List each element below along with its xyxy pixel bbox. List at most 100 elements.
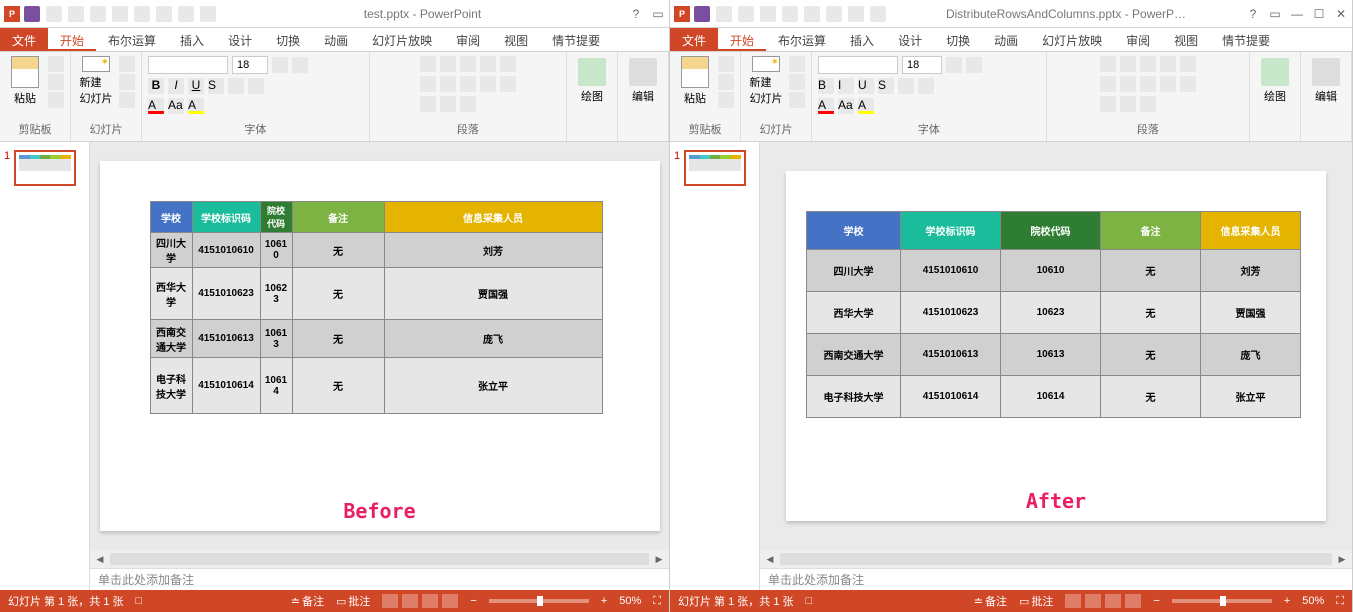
smartart-icon[interactable] (460, 96, 476, 112)
qat-icon[interactable] (178, 6, 194, 22)
tab-boolean[interactable]: 布尔运算 (96, 28, 168, 51)
scroll-track[interactable] (780, 553, 1332, 565)
text-direction-icon[interactable] (1100, 96, 1116, 112)
font-family-select[interactable] (148, 56, 228, 74)
justify-icon[interactable] (1160, 76, 1176, 92)
tab-design[interactable]: 设计 (216, 28, 264, 51)
strikethrough-icon[interactable]: S (208, 78, 224, 94)
paste-button[interactable]: 粘贴 (676, 56, 714, 106)
font-color-icon[interactable]: A (148, 98, 164, 114)
underline-icon[interactable]: U (188, 78, 204, 94)
indent-left-icon[interactable] (1140, 56, 1156, 72)
columns-icon[interactable] (500, 76, 516, 92)
zoom-level[interactable]: 50% (1302, 595, 1324, 607)
reset-icon[interactable] (119, 74, 135, 90)
font-size-select[interactable] (902, 56, 942, 74)
remarks-button[interactable]: ≐ 备注 (291, 593, 324, 609)
align-text-icon[interactable] (1120, 96, 1136, 112)
decrease-font-icon[interactable] (966, 57, 982, 73)
align-left-icon[interactable] (420, 76, 436, 92)
reading-view-button[interactable] (1105, 594, 1121, 608)
slideshow-view-button[interactable] (442, 594, 458, 608)
indent-left-icon[interactable] (460, 56, 476, 72)
increase-font-icon[interactable] (272, 57, 288, 73)
zoom-out-button[interactable]: − (1153, 595, 1159, 607)
tab-file[interactable]: 文件 (0, 28, 48, 51)
line-spacing-icon[interactable] (500, 56, 516, 72)
align-center-icon[interactable] (440, 76, 456, 92)
sorter-view-button[interactable] (1085, 594, 1101, 608)
fit-button[interactable]: ⛶ (1336, 595, 1344, 608)
tab-animation[interactable]: 动画 (982, 28, 1030, 51)
scroll-left-icon[interactable]: ◀ (94, 553, 106, 565)
reset-icon[interactable] (789, 74, 805, 90)
font-size-select[interactable] (232, 56, 268, 74)
undo-icon[interactable] (716, 6, 732, 22)
scroll-right-icon[interactable]: ▶ (653, 553, 665, 565)
normal-view-button[interactable] (382, 594, 398, 608)
spacing-icon[interactable] (918, 78, 934, 94)
spacing-icon[interactable] (248, 78, 264, 94)
qat-icon[interactable] (760, 6, 776, 22)
indent-right-icon[interactable] (480, 56, 496, 72)
new-slide-button[interactable]: 新建 幻灯片 (77, 56, 115, 106)
case-icon[interactable]: Aa (838, 98, 854, 114)
numbering-icon[interactable] (440, 56, 456, 72)
save-icon[interactable] (694, 6, 710, 22)
shadow-icon[interactable] (898, 78, 914, 94)
paste-button[interactable]: 粘贴 (6, 56, 44, 106)
qat-icon[interactable] (804, 6, 820, 22)
new-slide-button[interactable]: 新建 幻灯片 (747, 56, 785, 106)
qat-icon[interactable] (782, 6, 798, 22)
normal-view-button[interactable] (1065, 594, 1081, 608)
save-icon[interactable] (24, 6, 40, 22)
spellcheck-icon[interactable]: □ (806, 595, 813, 607)
tab-storyline[interactable]: 情节提要 (1210, 28, 1282, 51)
qat-icon[interactable] (848, 6, 864, 22)
align-center-icon[interactable] (1120, 76, 1136, 92)
horizontal-scrollbar[interactable]: ◀ ▶ (760, 550, 1352, 568)
redo-icon[interactable] (738, 6, 754, 22)
zoom-slider[interactable] (1172, 599, 1272, 603)
bullets-icon[interactable] (1100, 56, 1116, 72)
case-icon[interactable]: Aa (168, 98, 184, 114)
format-painter-icon[interactable] (718, 92, 734, 108)
columns-icon[interactable] (1180, 76, 1196, 92)
numbering-icon[interactable] (1120, 56, 1136, 72)
tab-animation[interactable]: 动画 (312, 28, 360, 51)
tab-review[interactable]: 审阅 (444, 28, 492, 51)
horizontal-scrollbar[interactable]: ◀ ▶ (90, 550, 669, 568)
underline-icon[interactable]: U (858, 78, 874, 94)
text-direction-icon[interactable] (420, 96, 436, 112)
layout-icon[interactable] (789, 56, 805, 72)
align-right-icon[interactable] (460, 76, 476, 92)
tab-file[interactable]: 文件 (670, 28, 718, 51)
tab-slideshow[interactable]: 幻灯片放映 (1030, 28, 1114, 51)
comments-button[interactable]: ▭ 批注 (1019, 593, 1053, 609)
zoom-in-button[interactable]: + (1284, 595, 1290, 607)
editing-button[interactable]: 编辑 (624, 56, 662, 106)
highlight-icon[interactable]: A (188, 98, 204, 114)
ribbon-options-button[interactable]: ▭ (651, 7, 665, 21)
close-button[interactable]: ✕ (1334, 7, 1348, 21)
help-button[interactable]: ? (629, 7, 643, 21)
remarks-button[interactable]: ≐ 备注 (974, 593, 1007, 609)
tab-view[interactable]: 视图 (492, 28, 540, 51)
indent-right-icon[interactable] (1160, 56, 1176, 72)
tab-storyline[interactable]: 情节提要 (540, 28, 612, 51)
scroll-track[interactable] (110, 553, 649, 565)
bold-icon[interactable]: B (148, 78, 164, 94)
bullets-icon[interactable] (420, 56, 436, 72)
comments-button[interactable]: ▭ 批注 (336, 593, 370, 609)
scroll-left-icon[interactable]: ◀ (764, 553, 776, 565)
align-right-icon[interactable] (1140, 76, 1156, 92)
qat-dropdown-icon[interactable] (200, 6, 216, 22)
slideshow-view-button[interactable] (1125, 594, 1141, 608)
scroll-right-icon[interactable]: ▶ (1336, 553, 1348, 565)
highlight-icon[interactable]: A (858, 98, 874, 114)
drawing-button[interactable]: 绘图 (1256, 56, 1294, 106)
zoom-in-button[interactable]: + (601, 595, 607, 607)
drawing-button[interactable]: 绘图 (573, 56, 611, 106)
slide-thumbnail-1[interactable] (684, 150, 746, 186)
qat-icon[interactable] (134, 6, 150, 22)
